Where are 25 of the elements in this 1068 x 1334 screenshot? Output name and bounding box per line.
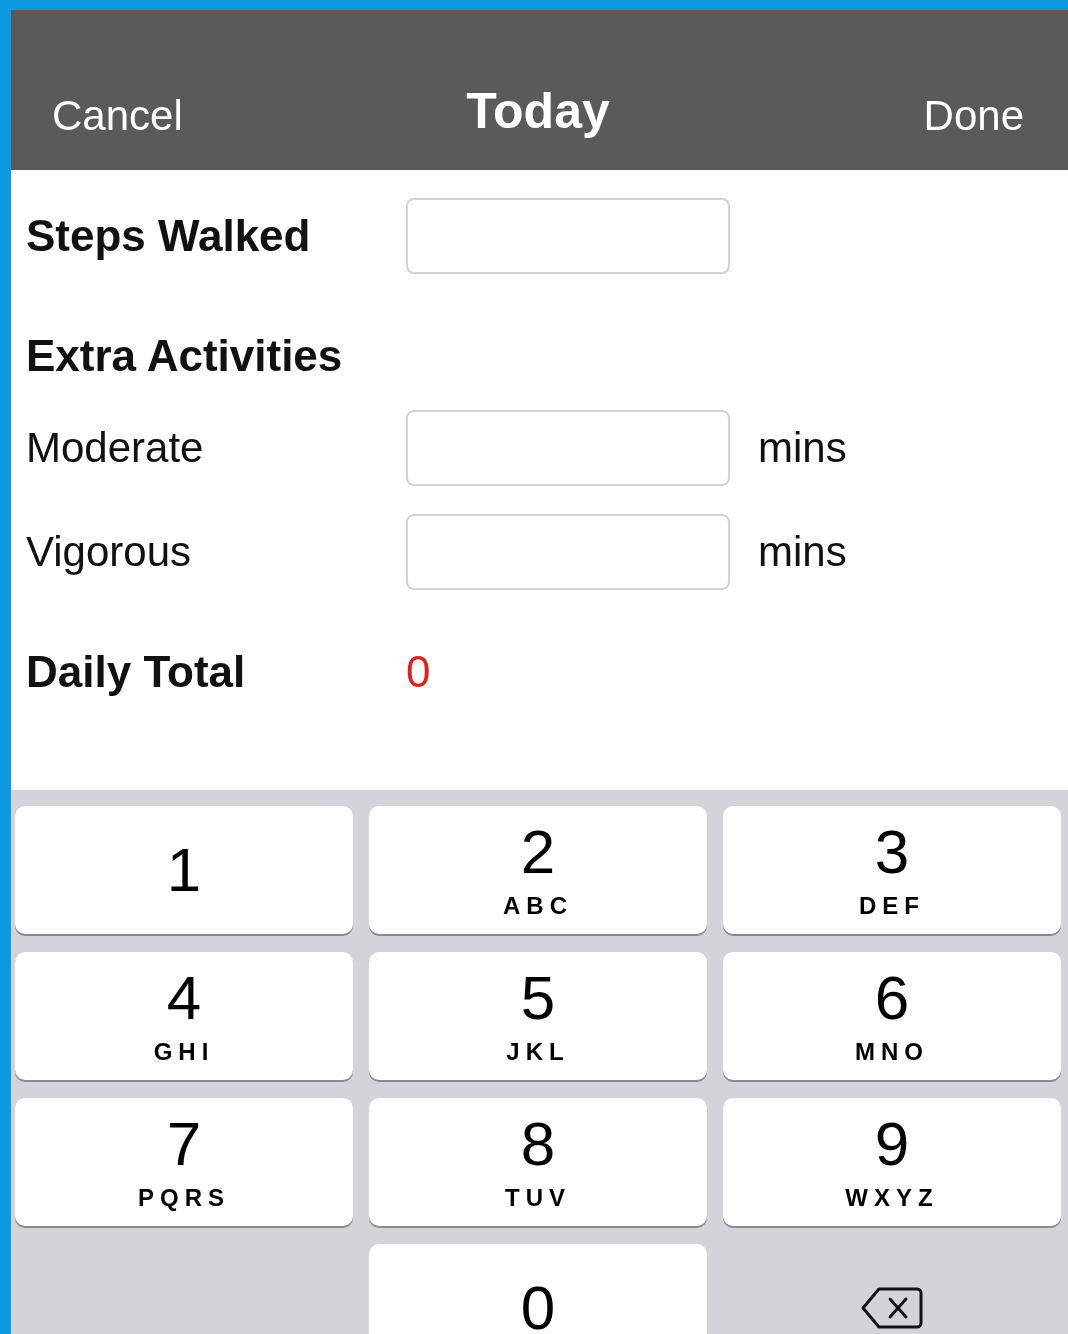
digit-key[interactable]: 7 PQRS [15, 1098, 353, 1226]
backspace-icon[interactable] [861, 1286, 923, 1330]
digit-key[interactable]: 5 JKL [369, 952, 707, 1080]
digit-key[interactable]: 6 MNO [723, 952, 1061, 1080]
done-button[interactable]: Done [923, 92, 1024, 140]
total-value: 0 [406, 647, 431, 697]
screen-title: Today [466, 82, 610, 140]
section-heading: Extra Activities [26, 331, 344, 381]
steps-input-field[interactable] [406, 198, 730, 274]
minutes-input-field[interactable] [406, 410, 730, 486]
digit-key[interactable]: 9 WXYZ [723, 1098, 1061, 1226]
digit-key[interactable]: 2 ABC [369, 806, 707, 934]
activity-label: Moderate [26, 424, 205, 472]
digit-key[interactable]: 3 DEF [723, 806, 1061, 934]
steps-label: Steps Walked [26, 211, 312, 261]
total-label: Daily Total [26, 647, 247, 697]
digit-key[interactable]: 1 [15, 806, 353, 934]
cancel-button[interactable]: Cancel [52, 92, 467, 140]
digit-key[interactable]: 4 GHI [15, 952, 353, 1080]
unit-label: mins [758, 528, 847, 576]
unit-label: mins [758, 424, 847, 472]
activity-label: Vigorous [26, 528, 192, 576]
digit-key[interactable]: 0 [369, 1244, 707, 1334]
digit-key[interactable]: 8 TUV [369, 1098, 707, 1226]
minutes-input-field[interactable] [406, 514, 730, 590]
